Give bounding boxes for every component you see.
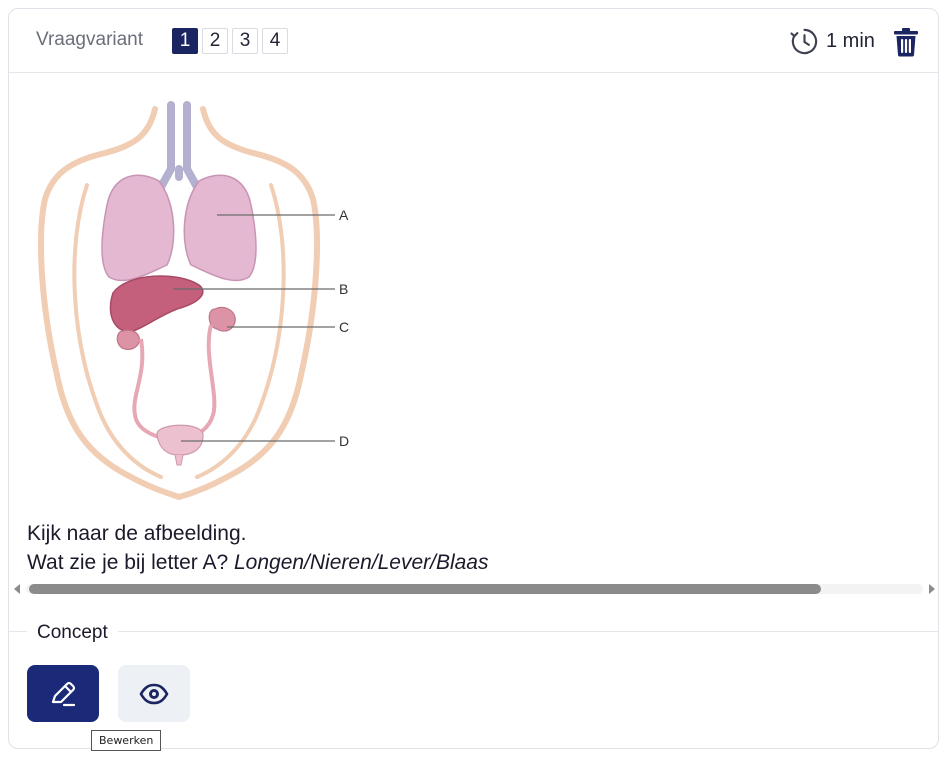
edit-tooltip: Bewerken: [91, 730, 162, 751]
question-text: Kijk naar de afbeelding. Wat zie je bij …: [27, 519, 489, 577]
liver: [109, 275, 204, 333]
lung-left: [101, 174, 175, 282]
question-line-1: Kijk naar de afbeelding.: [27, 522, 247, 545]
scroll-left-arrow[interactable]: [14, 584, 20, 594]
horizontal-scrollbar[interactable]: [12, 581, 937, 597]
figure-label-d: D: [339, 433, 349, 449]
anatomy-illustration: A B C D: [38, 101, 349, 500]
variant-label: Vraagvariant: [36, 29, 144, 50]
preview-button[interactable]: [118, 665, 190, 722]
trash-icon: [894, 28, 918, 57]
variant-tab-2[interactable]: 2: [202, 28, 228, 54]
delete-button[interactable]: [893, 27, 919, 57]
question-prompt: Wat zie je bij letter A?: [27, 551, 234, 574]
answer-options: Longen/Nieren/Lever/Blaas: [233, 551, 489, 574]
clock-history-icon: [790, 28, 818, 55]
scroll-right-arrow[interactable]: [929, 584, 935, 594]
variant-tabs: 1 2 3 4: [172, 28, 288, 54]
pencil-icon: [51, 681, 76, 706]
variant-tab-4[interactable]: 4: [262, 28, 288, 54]
trachea: [157, 101, 201, 191]
scroll-thumb[interactable]: [29, 584, 821, 594]
question-card: Vraagvariant 1 2 3 4 1 min A B C D Kijk …: [8, 8, 939, 751]
timer-label: 1 min: [826, 30, 875, 52]
edit-button[interactable]: [27, 665, 99, 722]
card-header: Vraagvariant 1 2 3 4 1 min: [9, 9, 938, 73]
concept-label: Concept: [27, 622, 118, 644]
concept-divider: [9, 631, 938, 632]
eye-icon: [139, 683, 169, 704]
kidney-left: [116, 329, 140, 350]
ureter-right: [188, 324, 217, 441]
lung-right: [183, 174, 257, 282]
variant-tab-1[interactable]: 1: [172, 28, 198, 54]
timer[interactable]: 1 min: [789, 26, 875, 57]
figure-label-b: B: [339, 281, 348, 297]
figure-label-a: A: [339, 207, 349, 223]
ureter-left: [132, 338, 166, 441]
question-line-2: Wat zie je bij letter A? Longen/Nieren/L…: [27, 548, 489, 577]
figure-label-c: C: [339, 319, 349, 335]
bladder: [156, 424, 204, 456]
variant-tab-3[interactable]: 3: [232, 28, 258, 54]
